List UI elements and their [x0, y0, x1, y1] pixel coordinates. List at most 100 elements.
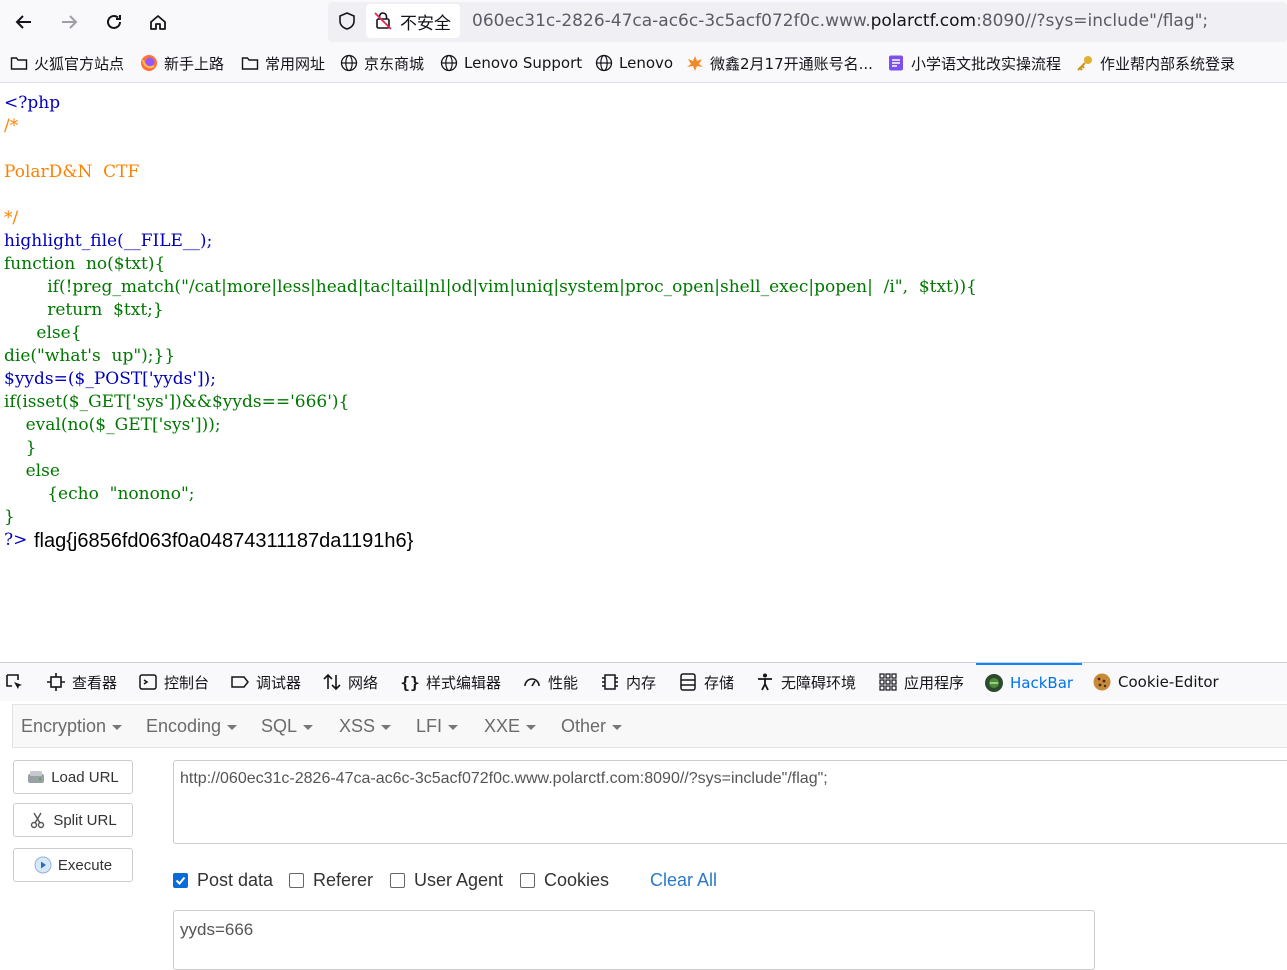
bookmark-label: 常用网址	[265, 54, 326, 73]
bookmark-item[interactable]: 常用网址	[241, 53, 325, 73]
doc-icon	[887, 54, 905, 72]
user-agent-checkbox[interactable]: User Agent	[390, 870, 503, 890]
load-url-button[interactable]: Load URL	[13, 760, 133, 794]
style-editor-icon: {}	[400, 672, 420, 692]
menu-other[interactable]: Other	[561, 716, 623, 737]
tab-label: Cookie-Editor	[1118, 673, 1219, 691]
menu-label: XSS	[339, 716, 376, 736]
checkbox-label: Post data	[197, 869, 274, 890]
bookmark-label: 作业帮内部系统登录	[1100, 54, 1236, 73]
accessibility-icon	[755, 672, 775, 692]
bookmark-label: 微鑫2月17开通账号名...	[710, 54, 873, 73]
bookmark-item[interactable]: Lenovo Support	[440, 53, 582, 73]
flag-output: flag{j6856fd063f0a04874311187da1191h6}	[34, 530, 414, 552]
menu-encoding[interactable]: Encoding	[146, 716, 238, 737]
checkbox-unchecked-icon	[390, 872, 405, 888]
tab-label: 网络	[348, 673, 379, 692]
debugger-icon	[230, 672, 250, 692]
tab-label: 存储	[704, 673, 735, 692]
scissors-icon	[29, 811, 47, 829]
bookmark-label: 火狐官方站点	[34, 54, 125, 73]
firefox-icon	[140, 54, 158, 72]
tab-label: 调试器	[256, 673, 302, 692]
split-url-label: Split URL	[53, 811, 117, 829]
checkbox-label: Referer	[313, 869, 374, 890]
tab-application[interactable]: 应用程序	[878, 663, 964, 701]
menu-sql[interactable]: SQL	[261, 716, 314, 737]
hackbar-menu-bar: Encryption Encoding SQL XSS LFI XXE Othe…	[12, 704, 1287, 748]
bookmark-item[interactable]: 作业帮内部系统登录	[1076, 53, 1235, 73]
bookmark-item[interactable]: 火狐官方站点	[10, 53, 124, 73]
tracking-protection-button[interactable]	[336, 10, 358, 32]
globe-icon	[595, 54, 613, 72]
menu-xxe[interactable]: XXE	[484, 716, 537, 737]
cookie-icon	[1092, 672, 1112, 692]
shield-icon	[339, 12, 355, 30]
security-label: 不安全	[400, 13, 451, 34]
tab-memory[interactable]: 内存	[600, 663, 656, 701]
devtools-tab-bar: 查看器 控制台 调试器 网络 {} 样式编辑器 性能 内存 存储 无障碍环境 应…	[0, 662, 1287, 702]
url-textarea[interactable]: http://060ec31c-2826-47ca-ac6c-3c5acf072…	[173, 760, 1287, 844]
home-button[interactable]	[143, 7, 173, 37]
forward-button[interactable]	[54, 7, 84, 37]
forward-arrow-icon	[62, 15, 78, 29]
checkbox-label: Cookies	[544, 869, 610, 890]
tab-accessibility[interactable]: 无障碍环境	[755, 663, 856, 701]
load-url-icon	[27, 768, 45, 786]
menu-encryption[interactable]: Encryption	[21, 716, 123, 737]
tab-style-editor[interactable]: {} 样式编辑器	[400, 663, 501, 701]
caret-down-icon	[381, 724, 392, 730]
tab-label: 控制台	[164, 673, 210, 692]
key-icon	[1076, 54, 1094, 72]
php-source-code: <?php /* PolarD&N CTF */ highlight_file(…	[4, 92, 977, 552]
tab-label: 应用程序	[904, 673, 965, 692]
tab-inspector[interactable]: 查看器	[46, 663, 117, 701]
caret-down-icon	[448, 724, 459, 730]
menu-lfi[interactable]: LFI	[416, 716, 459, 737]
reload-button[interactable]	[99, 7, 129, 37]
site-security-button[interactable]: 不安全	[366, 4, 460, 38]
load-url-label: Load URL	[51, 768, 119, 786]
referer-checkbox[interactable]: Referer	[289, 870, 373, 890]
bookmark-label: 小学语文批改实操流程	[911, 54, 1062, 73]
tab-storage[interactable]: 存储	[678, 663, 734, 701]
tab-performance[interactable]: 性能	[522, 663, 578, 701]
code-line: return $txt;}	[4, 300, 164, 320]
tab-label: 性能	[548, 673, 579, 692]
tab-console[interactable]: 控制台	[138, 663, 209, 701]
tab-label: 样式编辑器	[426, 673, 502, 692]
back-button[interactable]	[9, 7, 39, 37]
post-data-textarea[interactable]: yyds=666	[173, 910, 1095, 970]
post-data-checkbox[interactable]: Post data	[173, 870, 273, 890]
element-picker-button[interactable]	[4, 663, 30, 701]
split-url-button[interactable]: Split URL	[13, 803, 133, 837]
bookmark-item[interactable]: 新手上路	[140, 53, 224, 73]
url-prefix: 060ec31c-2826-47ca-ac6c-3c5acf072f0c.www…	[472, 11, 871, 31]
globe-icon	[340, 54, 358, 72]
bookmark-item[interactable]: 京东商城	[340, 53, 424, 73]
bookmark-item[interactable]: Lenovo	[595, 53, 673, 73]
checkbox-checked-icon	[173, 872, 188, 888]
performance-icon	[522, 672, 542, 692]
folder-icon	[10, 54, 28, 72]
clear-all-link[interactable]: Clear All	[650, 870, 717, 891]
cookies-checkbox[interactable]: Cookies	[520, 870, 609, 890]
caret-down-icon	[526, 724, 537, 730]
bookmark-label: Lenovo Support	[464, 54, 583, 72]
execute-button[interactable]: Execute	[13, 848, 133, 882]
storage-icon	[678, 672, 698, 692]
bookmark-item[interactable]: 小学语文批改实操流程	[887, 53, 1061, 73]
code-line: }	[4, 507, 15, 527]
bookmark-item[interactable]: 微鑫2月17开通账号名...	[686, 53, 873, 73]
tab-debugger[interactable]: 调试器	[230, 663, 301, 701]
menu-xss[interactable]: XSS	[339, 716, 392, 737]
url-text[interactable]: 060ec31c-2826-47ca-ac6c-3c5acf072f0c.www…	[472, 11, 1208, 31]
tab-hackbar[interactable]: HackBar	[976, 663, 1082, 701]
checkbox-label: User Agent	[414, 869, 504, 890]
checkbox-unchecked-icon	[520, 872, 535, 888]
tab-network[interactable]: 网络	[322, 663, 378, 701]
code-line: else	[4, 461, 60, 481]
tab-cookie-editor[interactable]: Cookie-Editor	[1092, 663, 1219, 701]
menu-label: XXE	[484, 716, 521, 736]
code-line: eval(no($_GET['sys']));	[4, 415, 221, 435]
